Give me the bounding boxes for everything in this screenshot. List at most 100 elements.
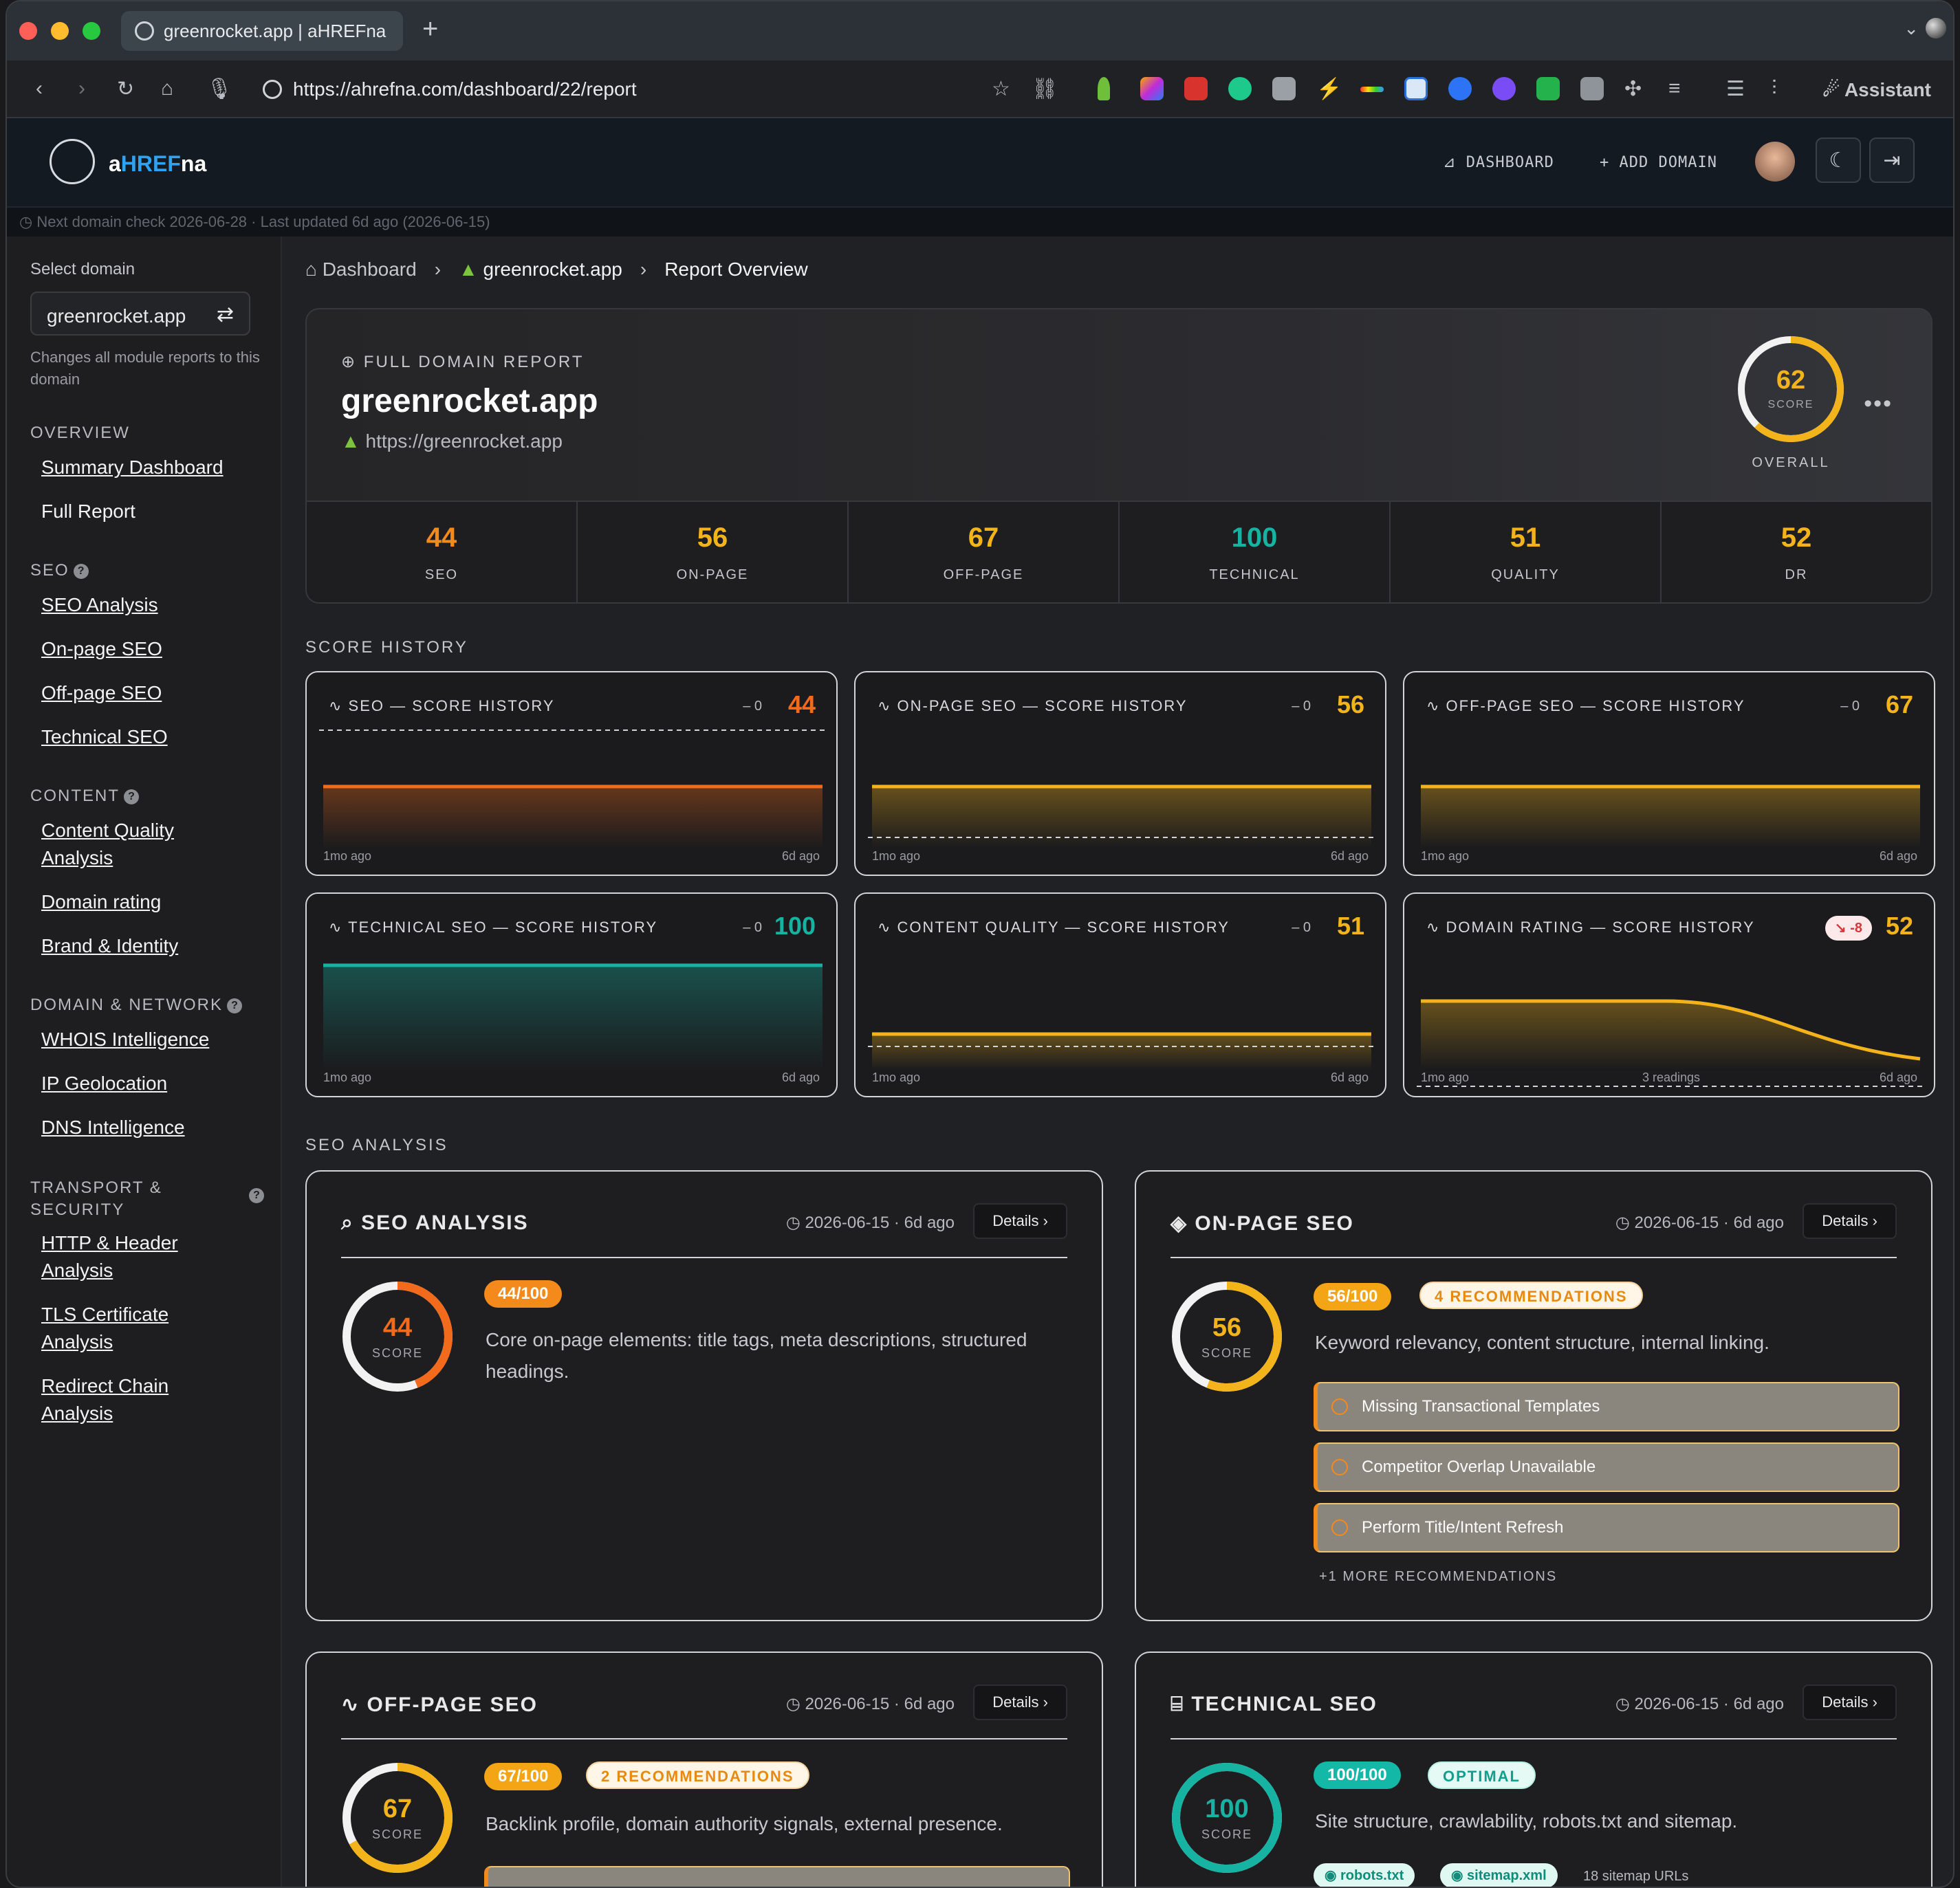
- tab-list-chevron-icon[interactable]: ⌄: [1904, 18, 1919, 39]
- sidebar-item-full-report[interactable]: Full Report: [41, 498, 135, 525]
- chevron-extension-icon[interactable]: [1536, 77, 1560, 100]
- overall-score-ring: 62 SCORE: [1736, 334, 1846, 444]
- sidebar-item-seo-analysis[interactable]: SEO Analysis: [41, 591, 158, 619]
- stat-technical[interactable]: 100 TECHNICAL: [1120, 502, 1391, 602]
- recommendation-item[interactable]: Perform Title/Intent Refresh: [1314, 1503, 1899, 1552]
- site-info-icon: [263, 80, 282, 99]
- bookmark-star-icon[interactable]: ☆: [992, 77, 1010, 101]
- recommendation-item[interactable]: Competitor Overlap Unavailable: [1314, 1442, 1899, 1492]
- user-avatar[interactable]: [1755, 142, 1795, 182]
- sidebar-item-ip-geolocation[interactable]: IP Geolocation: [41, 1070, 167, 1097]
- activity-icon: ∿: [329, 697, 349, 714]
- sidebar-item-summary[interactable]: Summary Dashboard: [41, 454, 224, 481]
- grammar-extension-icon[interactable]: [1228, 77, 1252, 100]
- help-icon[interactable]: ?: [249, 1188, 264, 1203]
- sidebar-item-redirect-chain[interactable]: Redirect Chain Analysis: [41, 1372, 168, 1427]
- url-field[interactable]: https://ahrefna.com/dashboard/22/report: [263, 78, 637, 100]
- browser-tab[interactable]: greenrocket.app | aHREFna: [121, 11, 403, 51]
- stat-off-page[interactable]: 67 OFF-PAGE: [849, 502, 1120, 602]
- dashboard-nav-button[interactable]: ⊿ DASHBOARD: [1443, 154, 1554, 171]
- score-history-card[interactable]: ∿ SEO — SCORE HISTORY – 0 44 1mo ago 6d ago: [305, 671, 838, 876]
- activity-icon: ∿: [878, 697, 897, 714]
- axis-start-label: 1mo ago: [872, 1071, 921, 1084]
- dark-mode-toggle[interactable]: ☾: [1816, 138, 1861, 183]
- bird-logo-icon[interactable]: [50, 139, 95, 184]
- rocket-icon: ▲: [341, 430, 366, 452]
- details-button[interactable]: Details ›: [1803, 1203, 1897, 1239]
- domain-select[interactable]: greenrocket.app ⇄: [30, 292, 250, 336]
- stat-on-page[interactable]: 56 ON-PAGE: [578, 502, 849, 602]
- details-button[interactable]: Details ›: [1803, 1684, 1897, 1720]
- sidebar-item-content-quality[interactable]: Content Quality Analysis: [41, 817, 174, 872]
- rocket-extension-icon[interactable]: [1098, 77, 1110, 100]
- sidebar-item-whois[interactable]: WHOIS Intelligence: [41, 1026, 209, 1053]
- sidebar-item-offpage[interactable]: Off-page SEO: [41, 679, 162, 707]
- video-extension-icon[interactable]: [1492, 77, 1516, 100]
- bolt-extension-icon[interactable]: ⚡: [1316, 77, 1342, 100]
- sidebar-item-onpage[interactable]: On-page SEO: [41, 635, 162, 663]
- more-options-icon[interactable]: •••: [1864, 391, 1893, 417]
- stat-dr[interactable]: 52 DR: [1662, 502, 1931, 602]
- recommendation-item[interactable]: [484, 1866, 1070, 1887]
- help-icon[interactable]: ?: [124, 789, 139, 804]
- robots-chip[interactable]: ◉ robots.txt: [1314, 1863, 1415, 1887]
- breadcrumb-domain[interactable]: ▲ greenrocket.app: [459, 259, 622, 281]
- recommendation-item[interactable]: Missing Transactional Templates: [1314, 1382, 1899, 1431]
- more-recommendations-link[interactable]: +1 MORE RECOMMENDATIONS: [1319, 1569, 1557, 1585]
- domain-url[interactable]: ▲ https://greenrocket.app: [341, 430, 563, 452]
- assistant-button[interactable]: ☄ Assistant: [1822, 78, 1931, 101]
- box-extension-icon[interactable]: [1404, 77, 1428, 100]
- rainbow-extension-icon[interactable]: [1360, 87, 1384, 92]
- sidebar-item-dns[interactable]: DNS Intelligence: [41, 1114, 185, 1141]
- audio-wave-icon[interactable]: ⫶: [1772, 77, 1777, 100]
- stat-quality[interactable]: 51 QUALITY: [1391, 502, 1662, 602]
- score-history-card[interactable]: ∿ DOMAIN RATING — SCORE HISTORY ↘ -8 52 1mo…: [1403, 892, 1935, 1097]
- minimize-window-button[interactable]: [51, 22, 69, 40]
- close-window-button[interactable]: [19, 22, 37, 40]
- chevron-right-icon: ›: [434, 259, 442, 280]
- camera-extension-icon[interactable]: [1272, 77, 1296, 100]
- f-extension-icon[interactable]: [1580, 77, 1604, 100]
- dots-extension-icon[interactable]: [1184, 77, 1208, 100]
- help-icon[interactable]: ?: [227, 998, 243, 1013]
- link-icon[interactable]: ⛓: [1032, 77, 1058, 101]
- status-pill: OPTIMAL: [1428, 1761, 1536, 1789]
- sidebar-item-http-headers[interactable]: HTTP & Header Analysis: [41, 1229, 178, 1284]
- sidebar-item-tls[interactable]: TLS Certificate Analysis: [41, 1301, 168, 1356]
- score-history-card[interactable]: ∿ ON-PAGE SEO — SCORE HISTORY – 0 56 1mo ag…: [854, 671, 1386, 876]
- logout-button[interactable]: ⇥: [1869, 138, 1915, 183]
- details-button[interactable]: Details ›: [973, 1684, 1067, 1720]
- iq-extension-icon[interactable]: [1448, 77, 1472, 100]
- sidebar-menu-icon[interactable]: ☰: [1726, 77, 1745, 101]
- browser-profile-icon[interactable]: [1926, 18, 1946, 39]
- k-extension-icon[interactable]: [1140, 77, 1164, 100]
- history-score: 52: [1885, 912, 1913, 940]
- maximize-window-button[interactable]: [83, 22, 100, 40]
- score-history-card[interactable]: ∿ CONTENT QUALITY — SCORE HISTORY – 0 51 1m…: [854, 892, 1386, 1097]
- sidebar-item-brand[interactable]: Brand & Identity: [41, 932, 178, 960]
- reading-list-icon[interactable]: ≡: [1668, 77, 1681, 100]
- sidebar-item-domain-rating[interactable]: Domain rating: [41, 888, 161, 916]
- main-content: ⌂ Dashboard › ▲ greenrocket.app › Report…: [282, 237, 1953, 1887]
- building-icon: ⌸: [1170, 1693, 1192, 1715]
- sitemap-chip[interactable]: ◉ sitemap.xml: [1440, 1863, 1558, 1887]
- help-icon[interactable]: ?: [73, 563, 89, 579]
- back-icon[interactable]: ‹: [36, 77, 43, 100]
- breadcrumb-home[interactable]: ⌂ Dashboard: [305, 259, 417, 281]
- browser-window: greenrocket.app | aHREFna + ⌄ ‹ › ↻ ⌂ 🎙 …: [6, 0, 1954, 1888]
- brand-name[interactable]: aHREFna: [109, 151, 206, 177]
- score-history-card[interactable]: ∿ TECHNICAL SEO — SCORE HISTORY – 0 100 1mo…: [305, 892, 838, 1097]
- details-button[interactable]: Details ›: [973, 1203, 1067, 1239]
- home-icon[interactable]: ⌂: [161, 77, 173, 100]
- forward-icon[interactable]: ›: [78, 77, 85, 100]
- sidebar-item-technical[interactable]: Technical SEO: [41, 723, 168, 751]
- reload-icon[interactable]: ↻: [117, 77, 134, 101]
- puzzle-extensions-icon[interactable]: ✣: [1624, 77, 1642, 101]
- add-domain-button[interactable]: + ADD DOMAIN: [1600, 154, 1717, 171]
- new-tab-icon[interactable]: +: [422, 14, 438, 45]
- score-value: 100: [1205, 1794, 1249, 1823]
- score-history-card[interactable]: ∿ OFF-PAGE SEO — SCORE HISTORY – 0 67 1mo a…: [1403, 671, 1935, 876]
- stat-value: 51: [1510, 523, 1541, 553]
- microphone-icon[interactable]: 🎙: [206, 77, 232, 101]
- stat-seo[interactable]: 44 SEO: [307, 502, 578, 602]
